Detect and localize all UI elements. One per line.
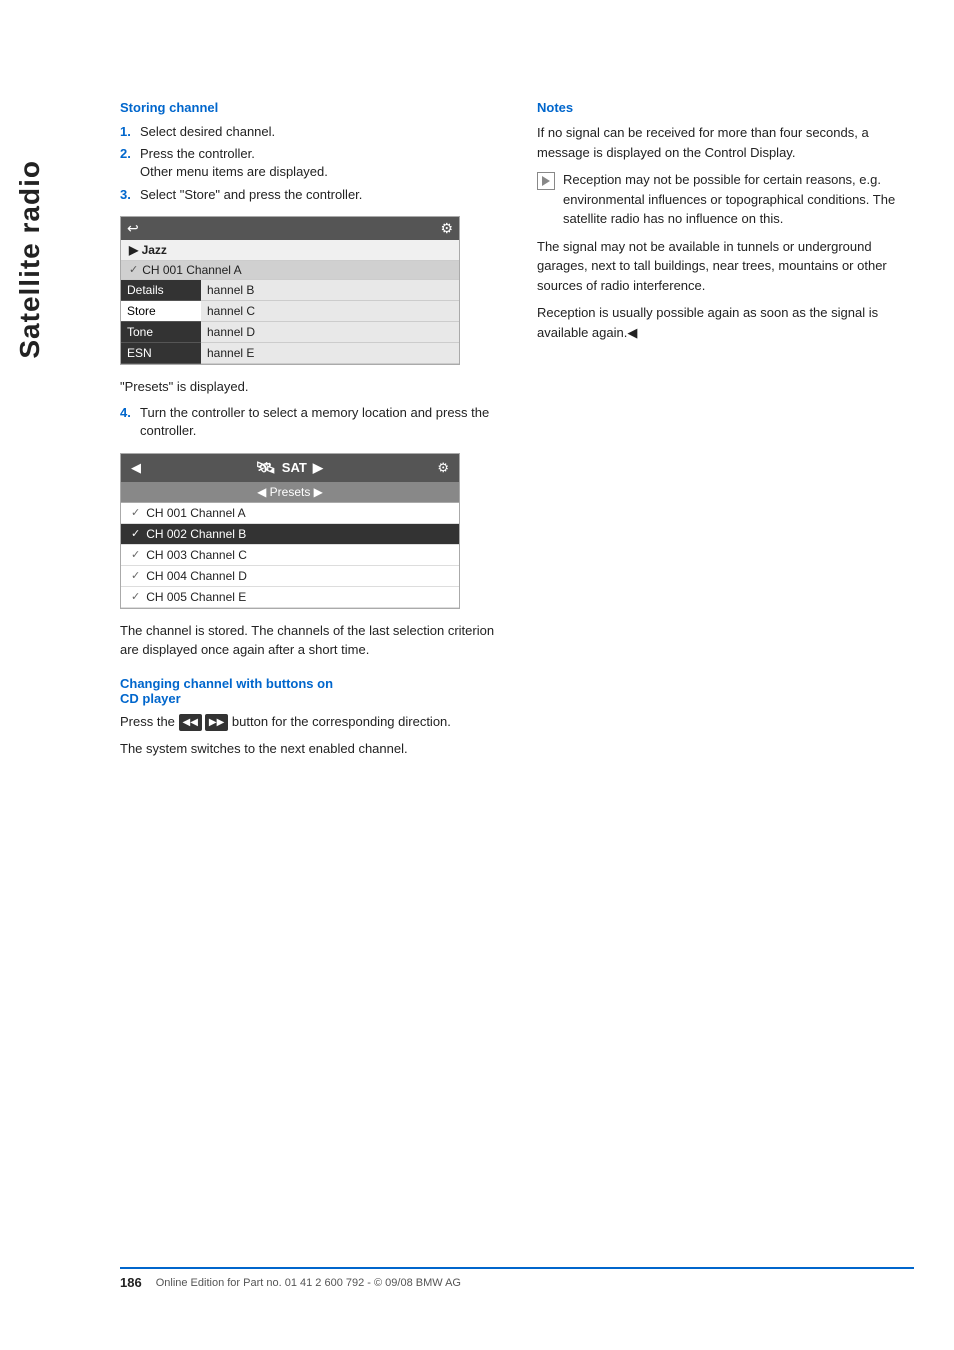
screen2-ch002: ✓ CH 002 Channel B <box>121 524 459 545</box>
step1-num: 1. <box>120 123 134 141</box>
note1: If no signal can be received for more th… <box>537 123 914 162</box>
ch004-label: CH 004 Channel D <box>146 569 247 583</box>
menu-store: Store <box>121 301 201 322</box>
channel-a-label: CH 001 Channel A <box>142 263 241 277</box>
step1-text: Select desired channel. <box>140 123 275 141</box>
footer-text: Online Edition for Part no. 01 41 2 600 … <box>156 1277 461 1289</box>
screen2-ch001: ✓ CH 001 Channel A <box>121 503 459 524</box>
channel-c: hannel C <box>201 301 459 322</box>
check-ch005: ✓ <box>131 590 140 603</box>
note2: Reception may not be possible for certai… <box>563 170 914 229</box>
sidebar-label: Satellite radio <box>14 160 46 359</box>
steps-list: 1. Select desired channel. 2. Press the … <box>120 123 497 204</box>
page-footer: 186 Online Edition for Part no. 01 41 2 … <box>120 1267 914 1290</box>
cd-para: Press the ◀◀ ▶▶ button for the correspon… <box>120 712 497 732</box>
screen1-back-icon: ↩ <box>127 220 139 237</box>
notes-title: Notes <box>537 100 914 115</box>
screen1-label: ▶ Jazz <box>121 240 459 261</box>
presets-text: "Presets" is displayed. <box>120 377 497 397</box>
note4: Reception is usually possible again as s… <box>537 303 914 342</box>
channel-d: hannel D <box>201 322 459 343</box>
ch005-label: CH 005 Channel E <box>146 590 246 604</box>
screen1-channel-list: hannel B hannel C hannel D hannel E <box>201 280 459 364</box>
menu-details: Details <box>121 280 201 301</box>
screen2-settings-icon: ⚙ <box>437 460 449 476</box>
cd-buttons: ◀◀ ▶▶ <box>179 714 229 731</box>
screen2-ch005: ✓ CH 005 Channel E <box>121 587 459 608</box>
step2-num: 2. <box>120 145 134 181</box>
step3-text: Select "Store" and press the controller. <box>140 186 362 204</box>
step2-text: Press the controller.Other menu items ar… <box>140 145 328 181</box>
step-2: 2. Press the controller.Other menu items… <box>120 145 497 181</box>
channel-b: hannel B <box>201 280 459 301</box>
note3: The signal may not be available in tunne… <box>537 237 914 296</box>
check-ch003: ✓ <box>131 548 140 561</box>
screen2-ch004: ✓ CH 004 Channel D <box>121 566 459 587</box>
step4-list: 4. Turn the controller to select a memor… <box>120 404 497 440</box>
screen2-sat-label: SAT <box>282 460 307 475</box>
sidebar: Satellite radio <box>0 0 60 1350</box>
step4-text: Turn the controller to select a memory l… <box>140 404 497 440</box>
screen-mockup-1: ↩ ⚙ ▶ Jazz ✓ CH 001 Channel A Details St… <box>120 216 460 365</box>
check-ch004: ✓ <box>131 569 140 582</box>
screen2-presets: ◀ Presets ▶ <box>121 482 459 503</box>
screen1-header: ↩ ⚙ <box>121 217 459 240</box>
step-1: 1. Select desired channel. <box>120 123 497 141</box>
page-number: 186 <box>120 1275 142 1290</box>
screen1-menu-and-channels: Details Store Tone ESN hannel B hannel C… <box>121 280 459 364</box>
screen1-settings-icon: ⚙ <box>440 220 453 237</box>
check-icon-a: ✓ <box>129 263 138 276</box>
step3-num: 3. <box>120 186 134 204</box>
screen1-channel-a: ✓ CH 001 Channel A <box>121 261 459 280</box>
ch001-label: CH 001 Channel A <box>146 506 245 520</box>
step-4: 4. Turn the controller to select a memor… <box>120 404 497 440</box>
btn-prev: ◀◀ <box>179 714 202 731</box>
cd-next-text: The system switches to the next enabled … <box>120 739 497 759</box>
section1-title: Storing channel <box>120 100 497 115</box>
screen2-header: ◀ 🛰 SAT ▶ ⚙ <box>121 454 459 482</box>
triangle-icon <box>537 172 555 190</box>
screen1-menu-overlay: ✓ CH 001 Channel A Details Store Tone ES… <box>121 261 459 364</box>
main-content: Storing channel 1. Select desired channe… <box>60 0 954 827</box>
step-3: 3. Select "Store" and press the controll… <box>120 186 497 204</box>
screen2-sat-icon: 🛰 <box>255 458 275 478</box>
screen2-arrow-left: ◀ <box>131 460 141 476</box>
step4-num: 4. <box>120 404 134 440</box>
btn-next: ▶▶ <box>205 714 228 731</box>
section2-title: Changing channel with buttons onCD playe… <box>120 676 497 706</box>
ch003-label: CH 003 Channel C <box>146 548 247 562</box>
menu-esn: ESN <box>121 343 201 364</box>
screen-mockup-2: ◀ 🛰 SAT ▶ ⚙ ◀ Presets ▶ ✓ CH 001 Channel… <box>120 453 460 609</box>
screen2-arrow-right: ▶ <box>313 460 323 476</box>
note2-block: Reception may not be possible for certai… <box>537 170 914 229</box>
check-ch002: ✓ <box>131 527 140 540</box>
check-ch001: ✓ <box>131 506 140 519</box>
screen1-menu-list: Details Store Tone ESN <box>121 280 201 364</box>
screen1-left-area: ✓ CH 001 Channel A Details Store Tone ES… <box>121 261 459 364</box>
stored-text: The channel is stored. The channels of t… <box>120 621 497 660</box>
right-column: Notes If no signal can be received for m… <box>537 100 914 767</box>
ch002-label: CH 002 Channel B <box>146 527 246 541</box>
left-column: Storing channel 1. Select desired channe… <box>120 100 497 767</box>
menu-tone: Tone <box>121 322 201 343</box>
triangle-shape <box>542 176 550 186</box>
screen2-header-center: 🛰 SAT ▶ <box>255 458 322 478</box>
channel-e: hannel E <box>201 343 459 364</box>
screen2-ch003: ✓ CH 003 Channel C <box>121 545 459 566</box>
